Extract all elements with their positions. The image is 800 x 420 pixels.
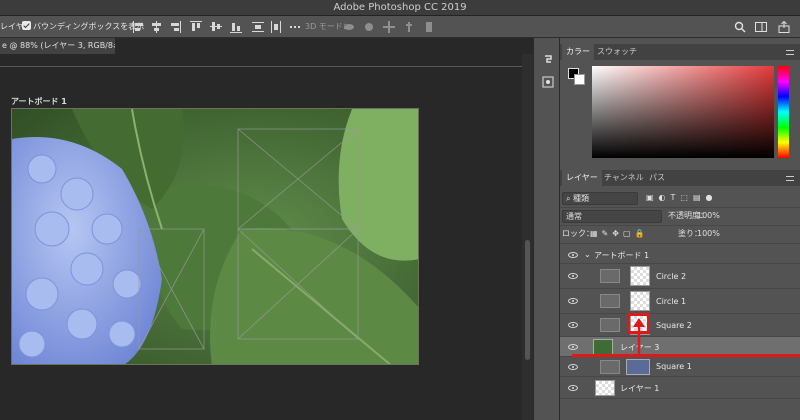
search-icon[interactable] (734, 21, 746, 33)
3d-slide-icon[interactable] (403, 21, 415, 33)
document-tab-bar: e @ 88% (レイヤー 3, RGB/8#) * (0, 38, 533, 54)
layer-filter-row: ⌕ 種類 ▣◐T⬚▤● (560, 190, 800, 208)
options-bar: レイヤー バウンディングボックスを表示 3D モード： (0, 16, 800, 38)
shape-thumbnail (600, 294, 620, 308)
layers-panel-tabs: レイヤー チャンネル パス (560, 170, 800, 186)
layer-name: Square 1 (656, 362, 692, 371)
background-color-swatch[interactable] (574, 74, 585, 85)
right-panels: カラー スウォッチ レイヤー チャンネル パス ⌕ 種類 ▣◐T⬚▤● 通常 不… (560, 38, 800, 420)
checkbox-icon (22, 21, 31, 30)
3d-scale-icon[interactable] (423, 21, 435, 33)
tab-color[interactable]: カラー (562, 44, 594, 60)
shape-thumbnail (600, 360, 620, 374)
hue-slider[interactable] (778, 66, 789, 158)
vertical-scrollbar[interactable] (522, 54, 533, 420)
blend-mode-dropdown[interactable]: 通常 (562, 210, 662, 223)
chevron-down-icon[interactable]: ⌄ (584, 250, 591, 259)
artboard-photo[interactable] (11, 108, 419, 365)
layer-name: レイヤー 1 (620, 384, 660, 393)
panel-menu-icon[interactable] (786, 50, 794, 55)
eye-icon[interactable] (568, 364, 578, 370)
artboard-label[interactable]: アートボード 1 (11, 96, 67, 107)
align-bottom-icon[interactable] (230, 21, 242, 33)
properties-icon[interactable] (542, 76, 554, 88)
eye-icon[interactable] (568, 252, 578, 258)
app-title: Adobe Photoshop CC 2019 (333, 2, 467, 13)
fill-value[interactable]: 100% (697, 227, 720, 241)
distribute-vertical-icon[interactable] (252, 21, 264, 33)
hydrangea-leaves-image (12, 109, 418, 364)
align-center-icon[interactable] (151, 21, 163, 33)
lock-row: ロック： ▦✎✥▢🔒 塗り： 100% (560, 226, 800, 244)
image-thumbnail (593, 339, 613, 355)
layer-row-square-1[interactable]: Square 1 (560, 357, 800, 377)
eye-icon[interactable] (568, 344, 578, 350)
eye-icon[interactable] (568, 298, 578, 304)
mask-thumbnail (630, 291, 650, 311)
history-icon[interactable] (542, 54, 554, 66)
more-options-icon[interactable] (289, 21, 301, 33)
eye-icon[interactable] (568, 273, 578, 279)
eye-icon[interactable] (568, 385, 578, 391)
tab-layers[interactable]: レイヤー (562, 170, 602, 186)
shape-thumbnail (600, 318, 620, 332)
layer-row-square-2[interactable]: Square 2 (560, 314, 800, 337)
3d-roll-icon[interactable] (363, 21, 375, 33)
lock-icons[interactable]: ▦✎✥▢🔒 (590, 227, 648, 241)
tab-swatches[interactable]: スウォッチ (593, 44, 641, 60)
tab-channels[interactable]: チャンネル (600, 170, 648, 186)
blend-mode-row: 通常 不透明度： 100% (560, 208, 800, 226)
bounding-box-label: バウンディングボックスを表示 (33, 22, 145, 31)
filter-kind-dropdown[interactable]: ⌕ 種類 (562, 192, 638, 205)
document-tab[interactable]: e @ 88% (レイヤー 3, RGB/8#) * (0, 38, 115, 54)
annotation-arrow-icon (633, 318, 645, 354)
align-middle-icon[interactable] (210, 21, 222, 33)
layer-name: アートボード 1 (594, 251, 650, 260)
layer-name: Circle 1 (656, 297, 687, 306)
canvas-guide-line (0, 66, 522, 67)
clipped-thumbnail (626, 359, 650, 375)
search-icon: ⌕ (566, 194, 571, 203)
color-panel-tabs: カラー スウォッチ (560, 44, 800, 60)
layer-name: Circle 2 (656, 272, 687, 281)
shape-thumbnail (600, 269, 620, 283)
panel-dock (533, 38, 560, 420)
3d-rotate-icon[interactable] (343, 21, 355, 33)
mask-thumbnail (630, 266, 650, 286)
bounding-box-toggle[interactable]: バウンディングボックスを表示 (22, 20, 144, 34)
align-left-icon[interactable] (133, 21, 145, 33)
tab-paths[interactable]: パス (645, 170, 669, 186)
workspace-icon[interactable] (755, 21, 767, 33)
layer-row-artboard-group[interactable]: ⌄ アートボード 1 (560, 246, 800, 264)
color-picker-field[interactable] (592, 66, 774, 158)
panel-menu-icon[interactable] (786, 176, 794, 181)
scrollbar-thumb[interactable] (525, 240, 530, 360)
layer-row-layer-1[interactable]: レイヤー 1 (560, 377, 800, 399)
layer-row-circle-2[interactable]: Circle 2 (560, 264, 800, 289)
align-right-icon[interactable] (169, 21, 181, 33)
eye-icon[interactable] (568, 322, 578, 328)
layer-thumbnail (595, 380, 615, 396)
layer-name: Square 2 (656, 321, 692, 330)
opacity-value[interactable]: 100% (697, 209, 720, 223)
title-bar: Adobe Photoshop CC 2019 (0, 0, 800, 16)
distribute-horizontal-icon[interactable] (270, 21, 282, 33)
annotation-highlight-line (572, 354, 800, 357)
auto-select-dropdown[interactable]: レイヤー (0, 20, 22, 34)
layer-row-circle-1[interactable]: Circle 1 (560, 289, 800, 314)
align-top-icon[interactable] (190, 21, 202, 33)
filter-icons[interactable]: ▣◐T⬚▤● (646, 191, 718, 205)
3d-pan-icon[interactable] (383, 21, 395, 33)
share-icon[interactable] (778, 20, 790, 33)
